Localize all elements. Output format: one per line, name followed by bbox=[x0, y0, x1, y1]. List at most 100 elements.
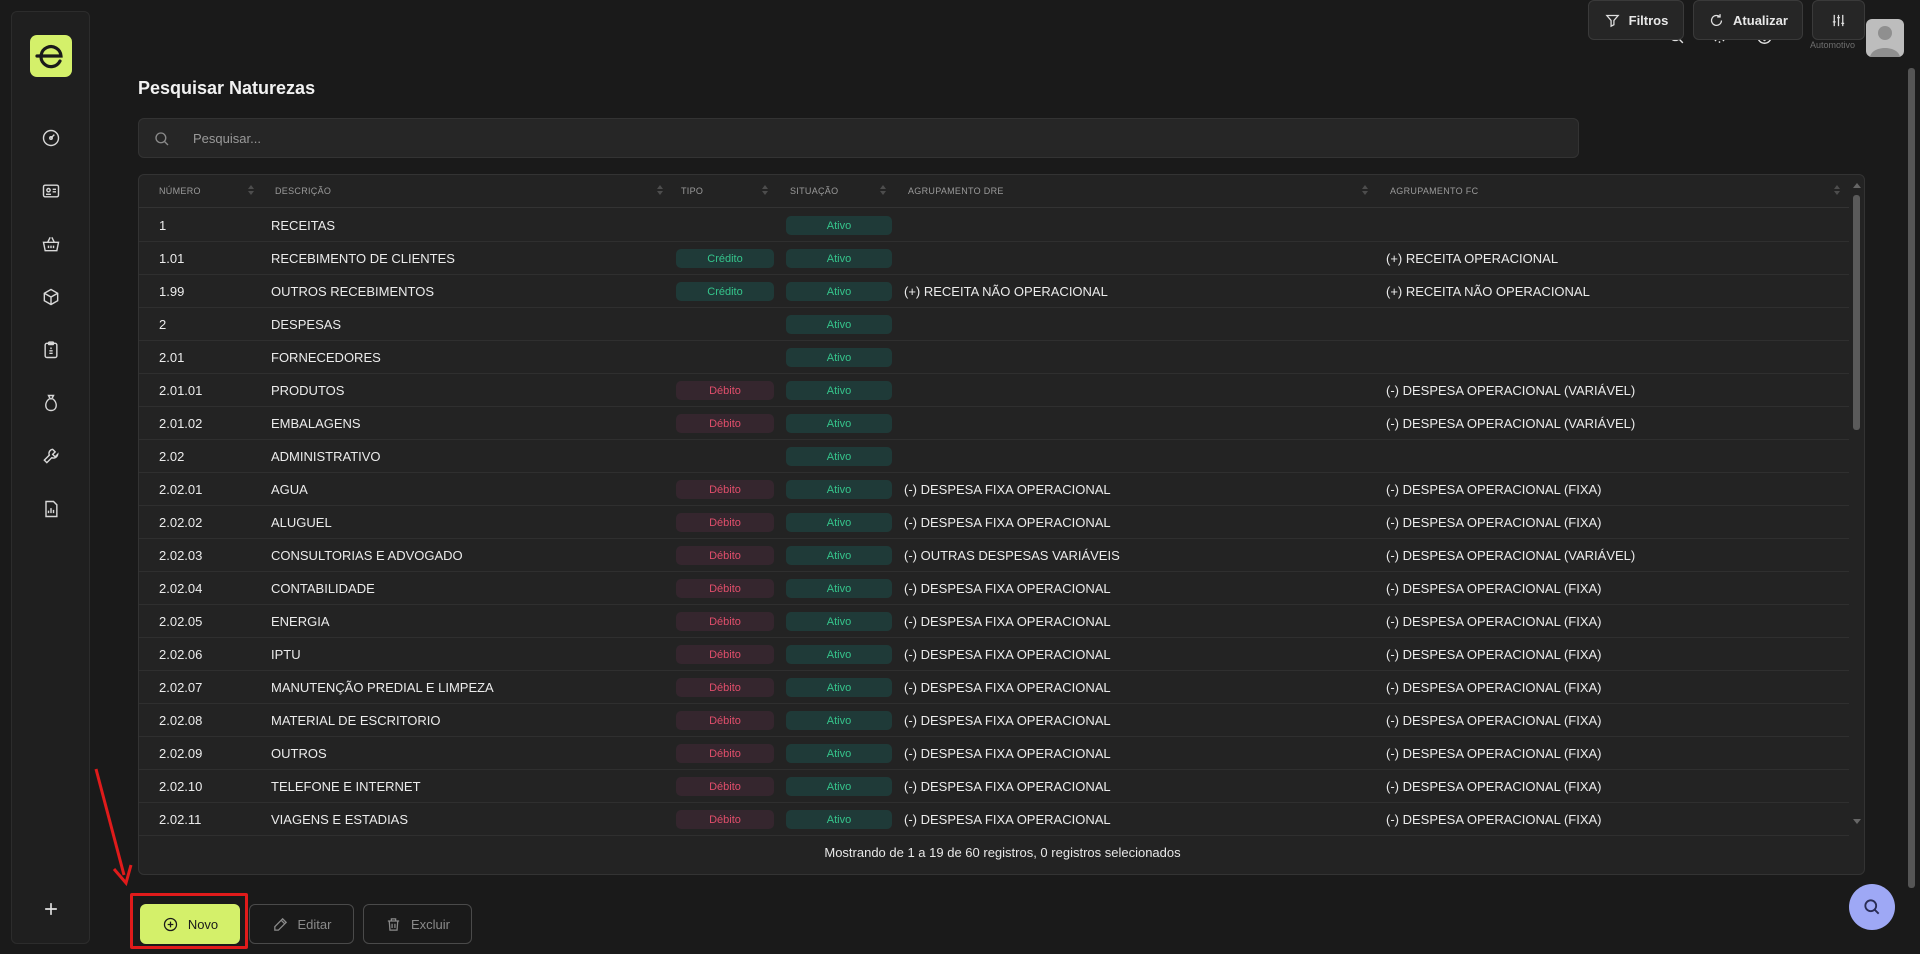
cell-numero: 2.02.10 bbox=[159, 779, 203, 794]
scroll-down-arrow[interactable] bbox=[1853, 819, 1861, 824]
tipo-badge: Débito bbox=[676, 744, 774, 763]
status-badge: Ativo bbox=[786, 645, 892, 664]
refresh-button[interactable]: Atualizar bbox=[1693, 0, 1803, 40]
table-row[interactable]: 2.02.02 ALUGUEL Débito Ativo (-) DESPESA FIX… bbox=[139, 506, 1849, 539]
tipo-badge: Débito bbox=[676, 612, 774, 631]
table-scrollbar[interactable] bbox=[1853, 195, 1860, 430]
table-row[interactable]: 2.01 FORNECEDORES Ativo bbox=[139, 341, 1849, 374]
status-badge: Ativo bbox=[786, 282, 892, 301]
cell-descricao: MATERIAL DE ESCRITORIO bbox=[271, 713, 441, 728]
edit-button[interactable]: Editar bbox=[249, 904, 354, 944]
page-title: Pesquisar Naturezas bbox=[138, 78, 316, 98]
status-badge: Ativo bbox=[786, 381, 892, 400]
cell-fc: (-) DESPESA OPERACIONAL (FIXA) bbox=[1386, 614, 1602, 629]
avatar[interactable] bbox=[1866, 19, 1904, 57]
column-settings-button[interactable] bbox=[1812, 0, 1865, 40]
cell-descricao: RECEITAS bbox=[271, 218, 336, 233]
table-row[interactable]: 2.02.09 OUTROS Débito Ativo (-) DESPESA FIXA… bbox=[139, 737, 1849, 770]
cell-descricao: MANUTENÇÃO PREDIAL E LIMPEZA bbox=[271, 680, 494, 695]
shopping-basket-icon[interactable] bbox=[39, 232, 63, 256]
status-badge: Ativo bbox=[786, 546, 892, 565]
sort-icon[interactable] bbox=[761, 183, 769, 197]
status-badge: Ativo bbox=[786, 447, 892, 466]
cell-dre: (-) DESPESA FIXA OPERACIONAL bbox=[904, 614, 1111, 629]
cell-numero: 2.02.02 bbox=[159, 515, 203, 530]
table-row[interactable]: 2.02.05 ENERGIA Débito Ativo (-) DESPESA FIX… bbox=[139, 605, 1849, 638]
cell-fc: (-) DESPESA OPERACIONAL (FIXA) bbox=[1386, 647, 1602, 662]
cell-dre: (-) DESPESA FIXA OPERACIONAL bbox=[904, 812, 1111, 827]
tipo-badge: Débito bbox=[676, 513, 774, 532]
contact-card-icon[interactable] bbox=[39, 179, 63, 203]
add-icon[interactable] bbox=[39, 897, 63, 921]
column-header-descricao[interactable]: DESCRIÇÃO bbox=[275, 186, 331, 196]
table-row[interactable]: 2.02.08 MATERIAL DE ESCRITORIO Débito Ativo… bbox=[139, 704, 1849, 737]
cell-fc: (-) DESPESA OPERACIONAL (FIXA) bbox=[1386, 680, 1602, 695]
sort-icon[interactable] bbox=[1833, 183, 1841, 197]
cell-descricao: EMBALAGENS bbox=[271, 416, 361, 431]
tipo-badge: Crédito bbox=[676, 282, 774, 301]
table-row[interactable]: 2.02.03 CONSULTORIAS E ADVOGADO Débito Ativ… bbox=[139, 539, 1849, 572]
filters-button[interactable]: Filtros bbox=[1588, 0, 1684, 40]
package-icon[interactable] bbox=[39, 285, 63, 309]
column-header-situacao[interactable]: SITUAÇÃO bbox=[790, 186, 838, 196]
cell-fc: (-) DESPESA OPERACIONAL (FIXA) bbox=[1386, 713, 1602, 728]
dashboard-icon[interactable] bbox=[39, 126, 63, 150]
cell-descricao: RECEBIMENTO DE CLIENTES bbox=[271, 251, 455, 266]
table-footer: Mostrando de 1 a 19 de 60 registros, 0 r… bbox=[824, 845, 1181, 860]
table-row[interactable]: 2.02.04 CONTABILIDADE Débito Ativo (-) DESPE… bbox=[139, 572, 1849, 605]
report-icon[interactable] bbox=[39, 497, 63, 521]
cell-fc: (-) DESPESA OPERACIONAL (FIXA) bbox=[1386, 779, 1602, 794]
cell-numero: 2.02.05 bbox=[159, 614, 203, 629]
scroll-up-arrow[interactable] bbox=[1853, 183, 1861, 188]
column-header-dre[interactable]: AGRUPAMENTO DRE bbox=[908, 186, 1004, 196]
search-input[interactable] bbox=[193, 119, 1563, 157]
status-badge: Ativo bbox=[786, 249, 892, 268]
cell-numero: 2.02.11 bbox=[159, 812, 202, 827]
new-button[interactable]: Novo bbox=[140, 904, 240, 944]
sort-icon[interactable] bbox=[656, 183, 664, 197]
cell-numero: 2 bbox=[159, 317, 167, 332]
table-row[interactable]: 2.01.01 PRODUTOS Débito Ativo (-) DESPESA OP… bbox=[139, 374, 1849, 407]
table-row[interactable]: 1 RECEITAS Ativo bbox=[139, 209, 1849, 242]
cell-descricao: ENERGIA bbox=[271, 614, 330, 629]
cell-numero: 2.02.01 bbox=[159, 482, 203, 497]
cell-fc: (-) DESPESA OPERACIONAL (VARIÁVEL) bbox=[1386, 383, 1636, 398]
table-row[interactable]: 2.02.06 IPTU Débito Ativo (-) DESPESA FIXA O… bbox=[139, 638, 1849, 671]
cell-fc: (-) DESPESA OPERACIONAL (FIXA) bbox=[1386, 812, 1602, 827]
sort-icon[interactable] bbox=[1361, 183, 1369, 197]
cell-numero: 2.02 bbox=[159, 449, 185, 464]
wrench-icon[interactable] bbox=[39, 444, 63, 468]
table-row[interactable]: 2.02.01 AGUA Débito Ativo (-) DESPESA FIXA O… bbox=[139, 473, 1849, 506]
table-row[interactable]: 2.02.10 TELEFONE E INTERNET Débito Ativo (-)… bbox=[139, 770, 1849, 803]
app-logo[interactable] bbox=[30, 35, 72, 77]
sort-icon[interactable] bbox=[879, 183, 887, 197]
cell-dre: (-) DESPESA FIXA OPERACIONAL bbox=[904, 581, 1111, 596]
trash-icon bbox=[387, 917, 400, 931]
cell-descricao: VIAGENS E ESTADIAS bbox=[271, 812, 409, 827]
money-bag-icon[interactable] bbox=[39, 391, 63, 415]
floating-search-button[interactable] bbox=[1849, 884, 1895, 930]
column-header-tipo[interactable]: TIPO bbox=[681, 186, 703, 196]
clipboard-icon[interactable] bbox=[39, 338, 63, 362]
tipo-badge: Débito bbox=[676, 546, 774, 565]
table-row[interactable]: 2.02.11 VIAGENS E ESTADIAS Débito Ativo (-) … bbox=[139, 803, 1849, 836]
sort-icon[interactable] bbox=[247, 183, 255, 197]
status-badge: Ativo bbox=[786, 678, 892, 697]
table-row[interactable]: 2.02 ADMINISTRATIVO Ativo bbox=[139, 440, 1849, 473]
logo-icon bbox=[35, 45, 63, 69]
cell-numero: 2.02.03 bbox=[159, 548, 203, 563]
table-row[interactable]: 2.02.07 MANUTENÇÃO PREDIAL E LIMPEZA Débit… bbox=[139, 671, 1849, 704]
table-row[interactable]: 1.01 RECEBIMENTO DE CLIENTES Crédito Ativo (… bbox=[139, 242, 1849, 275]
cell-descricao: DESPESAS bbox=[271, 317, 342, 332]
column-header-numero[interactable]: NÚMERO bbox=[159, 186, 201, 196]
search-icon bbox=[155, 132, 169, 146]
table-row[interactable]: 1.99 OUTROS RECEBIMENTOS Crédito Ativo (+) R… bbox=[139, 275, 1849, 308]
delete-button[interactable]: Excluir bbox=[363, 904, 472, 944]
table-row[interactable]: 2 DESPESAS Ativo bbox=[139, 308, 1849, 341]
page-scrollbar[interactable] bbox=[1908, 68, 1915, 888]
cell-fc: (-) DESPESA OPERACIONAL (FIXA) bbox=[1386, 482, 1602, 497]
cell-dre: (-) DESPESA FIXA OPERACIONAL bbox=[904, 746, 1111, 761]
column-header-fc[interactable]: AGRUPAMENTO FC bbox=[1390, 186, 1478, 196]
cell-numero: 1.99 bbox=[159, 284, 185, 299]
table-row[interactable]: 2.01.02 EMBALAGENS Débito Ativo (-) DESPESA … bbox=[139, 407, 1849, 440]
